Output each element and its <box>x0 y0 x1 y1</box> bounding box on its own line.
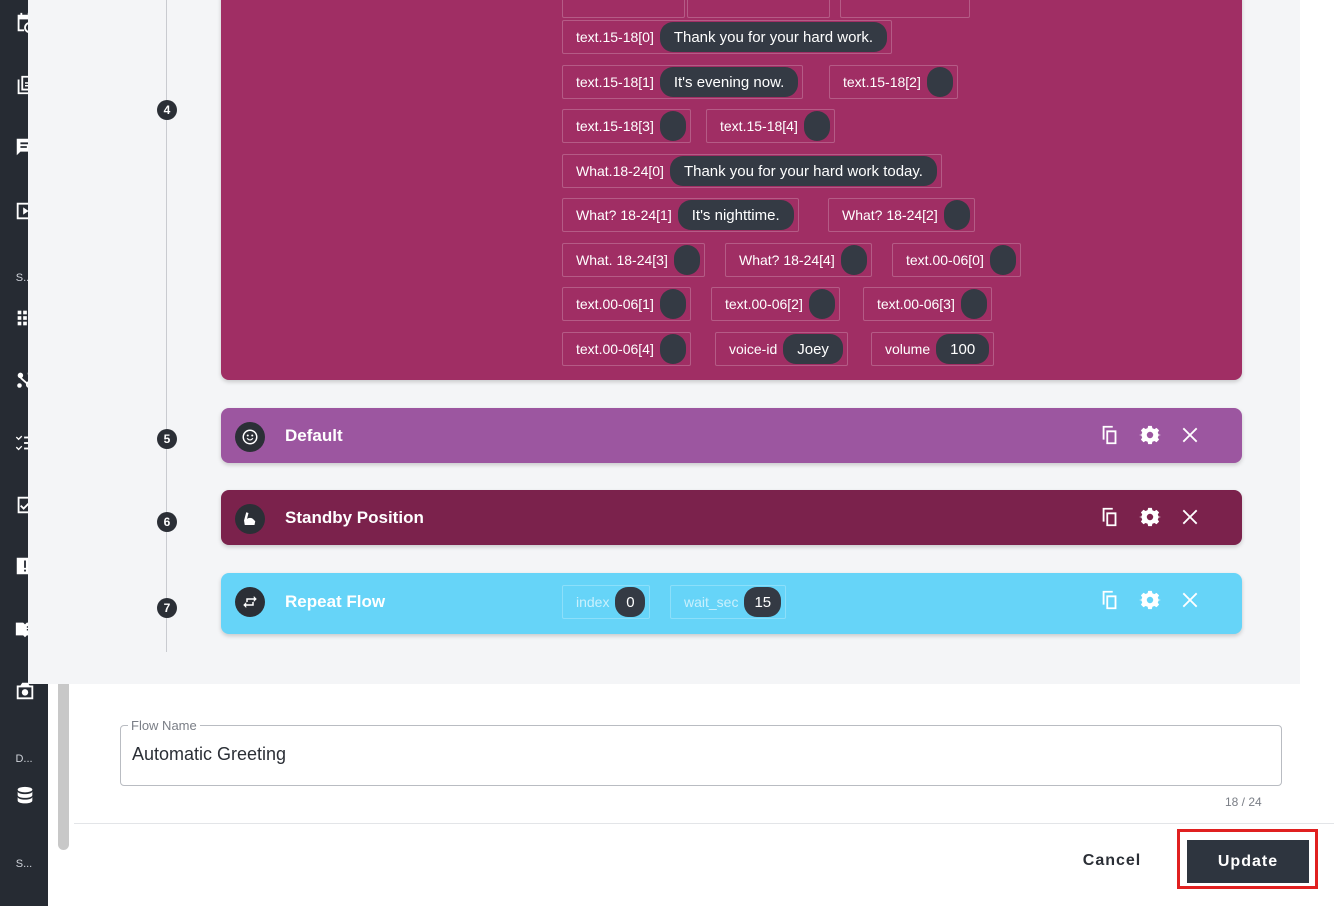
param-key: text.00-06[2] <box>725 296 803 312</box>
param-chip[interactable]: voice-id Joey <box>715 332 848 366</box>
step-number: 4 <box>157 100 177 120</box>
param-key: index <box>576 594 610 610</box>
param-key: wait_sec <box>684 594 739 610</box>
step-number: 7 <box>157 598 177 618</box>
step-number: 6 <box>157 512 177 532</box>
param-chip[interactable]: What? 18-24[4] <box>725 243 872 277</box>
repeat-icon <box>235 587 265 617</box>
param-chip[interactable]: What? 18-24[1] It's nighttime. <box>562 198 799 232</box>
param-key: text.15-18[3] <box>576 118 654 134</box>
param-chip[interactable]: What.18-24[0] Thank you for your hard wo… <box>562 154 942 188</box>
param-key: voice-id <box>729 341 778 357</box>
param-key: text.00-06[0] <box>906 252 984 268</box>
param-chip[interactable]: text.15-18[1] It's evening now. <box>562 65 804 99</box>
flow-name-field[interactable] <box>120 725 1282 786</box>
param-chip[interactable]: text.00-06[0] <box>892 243 1021 277</box>
param-value <box>960 289 987 319</box>
param-value: Thank you for your hard work. <box>659 22 888 52</box>
param-key: What? 18-24[2] <box>842 207 938 223</box>
param-key: text.15-18[1] <box>576 74 654 90</box>
param-value <box>926 67 953 97</box>
param-key: text.00-06[3] <box>877 296 955 312</box>
timeline-line <box>166 0 167 652</box>
param-value <box>659 334 686 364</box>
param-key: text.00-06[4] <box>576 341 654 357</box>
param-chip[interactable]: text.15-18[3] <box>562 109 691 143</box>
param-key: text.00-06[1] <box>576 296 654 312</box>
default-block[interactable]: Default <box>221 408 1242 463</box>
database-icon[interactable] <box>12 783 38 809</box>
param-key: text.15-18[4] <box>720 118 798 134</box>
param-value <box>673 245 700 275</box>
block-title: Default <box>285 426 343 445</box>
close-icon[interactable] <box>1178 422 1202 448</box>
block-title: Repeat Flow <box>285 592 386 611</box>
param-chip[interactable]: text.00-06[1] <box>562 287 691 321</box>
param-value: Thank you for your hard work today. <box>669 156 937 186</box>
param-value: It's evening now. <box>659 67 799 97</box>
param-chip[interactable]: text.00-06[3] <box>863 287 992 321</box>
param-chip[interactable]: text.15-18[0] Thank you for your hard wo… <box>562 20 893 54</box>
arm-icon <box>235 504 265 534</box>
param-chip[interactable]: wait_sec 15 <box>670 585 787 619</box>
param-value <box>659 289 686 319</box>
param-chip[interactable]: text.15-18[2] <box>829 65 958 99</box>
standby-position-block[interactable]: Standby Position <box>221 490 1242 545</box>
character-counter: 18 / 24 <box>1225 795 1262 809</box>
copy-icon[interactable] <box>1098 504 1122 530</box>
param-key: What? 18-24[4] <box>739 252 835 268</box>
param-value: Joey <box>783 334 843 364</box>
param-value: 100 <box>936 334 990 364</box>
update-button[interactable]: Update <box>1187 840 1309 883</box>
param-chip[interactable]: What. 18-24[3] <box>562 243 705 277</box>
param-chip-partial[interactable] <box>562 0 685 18</box>
close-icon[interactable] <box>1178 587 1202 613</box>
param-chip[interactable]: index 0 <box>562 585 651 619</box>
cancel-button[interactable]: Cancel <box>1066 840 1158 882</box>
copy-icon[interactable] <box>1098 587 1122 613</box>
copy-icon[interactable] <box>1098 422 1122 448</box>
block-title: Standby Position <box>285 508 424 527</box>
param-key: text.15-18[2] <box>843 74 921 90</box>
gear-icon[interactable] <box>1138 422 1162 448</box>
param-value: 15 <box>744 587 782 617</box>
param-key: What. 18-24[3] <box>576 252 668 268</box>
flow-name-label: Flow Name <box>128 718 200 733</box>
gear-icon[interactable] <box>1138 504 1162 530</box>
nav-section-label: S... <box>15 858 33 870</box>
param-chip-partial[interactable] <box>687 0 830 18</box>
param-chip[interactable]: What? 18-24[2] <box>828 198 975 232</box>
param-value <box>989 245 1016 275</box>
param-value <box>803 111 830 141</box>
param-value: It's nighttime. <box>677 200 794 230</box>
param-key: What.18-24[0] <box>576 163 664 179</box>
step-number: 5 <box>157 429 177 449</box>
flow-name-input[interactable]: Automatic Greeting <box>132 744 286 765</box>
param-value <box>943 200 970 230</box>
nav-section-label: D... <box>15 753 33 765</box>
param-value <box>808 289 835 319</box>
param-chip[interactable]: text.00-06[4] <box>562 332 691 366</box>
close-icon[interactable] <box>1178 504 1202 530</box>
param-value <box>659 111 686 141</box>
param-value <box>840 245 867 275</box>
param-key: text.15-18[0] <box>576 29 654 45</box>
param-chip[interactable]: text.15-18[4] <box>706 109 835 143</box>
param-key: What? 18-24[1] <box>576 207 672 223</box>
param-chip[interactable]: text.00-06[2] <box>711 287 840 321</box>
footer-divider <box>74 823 1334 824</box>
param-chip[interactable]: volume 100 <box>871 332 995 366</box>
param-key: volume <box>885 341 931 357</box>
gear-icon[interactable] <box>1138 587 1162 613</box>
speech-block[interactable] <box>221 0 1242 380</box>
smiley-icon <box>235 422 265 452</box>
param-chip-partial[interactable] <box>840 0 970 18</box>
param-value: 0 <box>615 587 646 617</box>
